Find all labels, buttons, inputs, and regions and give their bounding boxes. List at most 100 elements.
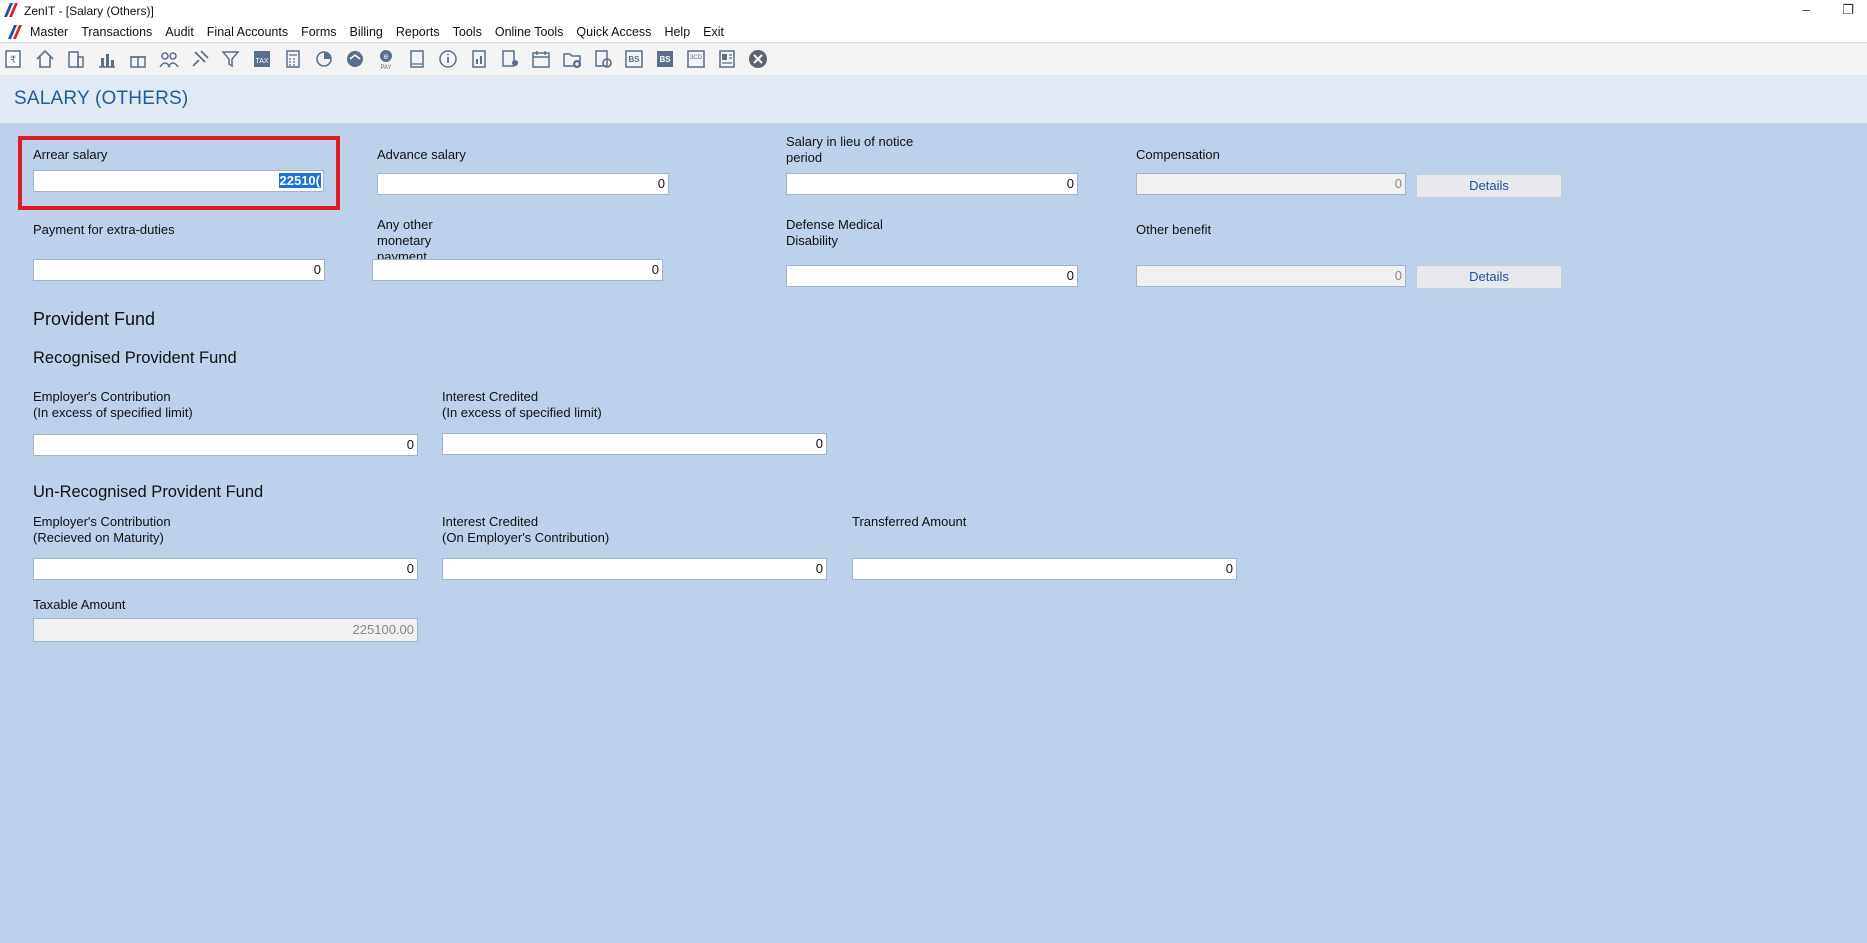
menu-audit[interactable]: Audit — [165, 25, 194, 39]
svg-text:PAY: PAY — [380, 65, 391, 70]
zenit-logo-icon — [4, 3, 18, 17]
pie-chart-icon — [316, 51, 332, 67]
refresh-doc-tool-button[interactable] — [591, 47, 615, 71]
tax-icon: TAX — [254, 51, 270, 67]
urpf-interest-credited-label: Interest Credited (On Employer's Contrib… — [442, 514, 610, 545]
close-tool-button[interactable] — [746, 47, 770, 71]
rpf-employer-contribution-input[interactable]: 0 — [33, 434, 418, 456]
info-icon — [439, 50, 457, 68]
advance-salary-label: Advance salary — [377, 147, 466, 162]
taxable-amount-label: Taxable Amount — [33, 597, 126, 612]
home-tool-button[interactable] — [33, 47, 57, 71]
rpf-interest-credited-input[interactable]: 0 — [442, 433, 827, 455]
compensation-details-button[interactable]: Details — [1416, 174, 1562, 198]
folder-add-tool-button[interactable] — [560, 47, 584, 71]
zenit-logo-icon — [8, 25, 22, 39]
restore-button[interactable]: ❐ — [1828, 0, 1867, 22]
speedometer-tool-button[interactable] — [343, 47, 367, 71]
calculator-icon — [286, 50, 300, 68]
building-tool-button[interactable] — [64, 47, 88, 71]
ledger-tool-button[interactable]: ₹ — [2, 47, 26, 71]
svg-text:BS: BS — [659, 55, 671, 64]
report-tool-button[interactable] — [467, 47, 491, 71]
other-benefit-details-button[interactable]: Details — [1416, 265, 1562, 289]
menu-tools[interactable]: Tools — [453, 25, 482, 39]
pie-chart-tool-button[interactable] — [312, 47, 336, 71]
menu-billing[interactable]: Billing — [350, 25, 383, 39]
users-icon — [159, 52, 179, 68]
book-icon — [410, 50, 424, 68]
unrecognised-pf-heading: Un-Recognised Provident Fund — [33, 483, 264, 501]
calendar-tool-button[interactable] — [529, 47, 553, 71]
bs-alt-tool-button[interactable]: BS — [653, 47, 677, 71]
svg-text:BS: BS — [628, 55, 640, 64]
folder-add-icon — [563, 53, 581, 68]
close-icon — [749, 50, 767, 68]
bs-tool-button[interactable]: BS — [622, 47, 646, 71]
taxable-amount-input: 225100.00 — [33, 618, 418, 642]
menu-help[interactable]: Help — [664, 25, 690, 39]
e-pay-tool-button[interactable]: e PAY — [374, 47, 398, 71]
rpf-interest-credited-label: Interest Credited (In excess of specifie… — [442, 389, 602, 420]
urpf-interest-credited-input[interactable]: 0 — [442, 558, 827, 580]
recognised-pf-heading: Recognised Provident Fund — [33, 349, 237, 367]
compensation-label: Compensation — [1136, 147, 1220, 162]
menu-reports[interactable]: Reports — [396, 25, 440, 39]
document-user-tool-button[interactable] — [498, 47, 522, 71]
toolbar: ₹ TAX e PAY BS BS 3CD — [0, 43, 1867, 75]
transferred-amount-input[interactable]: 0 — [852, 558, 1237, 580]
window-title: ZenIT - [Salary (Others)] — [24, 4, 154, 18]
gift-tool-button[interactable] — [126, 47, 150, 71]
building-icon — [68, 51, 84, 68]
defense-medical-label: Defense Medical Disability — [786, 217, 883, 248]
urpf-employer-contribution-input[interactable]: 0 — [33, 558, 418, 580]
compensation-input: 0 — [1136, 173, 1406, 195]
pin-icon — [192, 50, 209, 67]
filter-tool-button[interactable] — [219, 47, 243, 71]
title-bar: ZenIT - [Salary (Others)] – ❐ — [0, 0, 1867, 22]
salary-in-lieu-input[interactable]: 0 — [786, 173, 1078, 195]
other-monetary-input[interactable]: 0 — [372, 259, 663, 281]
tax-tool-button[interactable]: TAX — [250, 47, 274, 71]
3cd-tool-button[interactable]: 3CD — [684, 47, 708, 71]
extra-duties-label: Payment for extra-duties — [33, 222, 175, 237]
other-benefit-label: Other benefit — [1136, 222, 1212, 237]
other-monetary-label: Any other monetary payment — [377, 217, 433, 260]
urpf-employer-contribution-label: Employer's Contribution (Recieved on Mat… — [33, 514, 171, 545]
e-pay-icon: e PAY — [380, 50, 392, 70]
bar-chart-tool-button[interactable] — [95, 47, 119, 71]
svg-text:₹: ₹ — [10, 55, 16, 66]
filter-icon — [221, 51, 240, 68]
menu-quick-access[interactable]: Quick Access — [576, 25, 651, 39]
form-tool-button[interactable] — [715, 47, 739, 71]
menu-final-accounts[interactable]: Final Accounts — [207, 25, 288, 39]
menu-transactions[interactable]: Transactions — [81, 25, 152, 39]
other-benefit-input: 0 — [1136, 265, 1406, 287]
advance-salary-input[interactable]: 0 — [377, 173, 669, 195]
book-tool-button[interactable] — [405, 47, 429, 71]
info-tool-button[interactable] — [436, 47, 460, 71]
users-tool-button[interactable] — [157, 47, 181, 71]
svg-text:TAX: TAX — [255, 58, 268, 65]
calendar-icon — [532, 51, 550, 68]
highlight-box — [18, 136, 340, 210]
home-icon — [36, 49, 54, 68]
refresh-doc-icon — [595, 50, 612, 68]
pin-tool-button[interactable] — [188, 47, 212, 71]
menu-forms[interactable]: Forms — [301, 25, 336, 39]
menu-bar: Master Transactions Audit Final Accounts… — [0, 22, 1867, 43]
provident-fund-heading: Provident Fund — [33, 309, 156, 329]
report-icon — [472, 50, 486, 68]
menu-exit[interactable]: Exit — [703, 25, 724, 39]
page-title: SALARY (OTHERS) — [14, 88, 189, 109]
calculator-tool-button[interactable] — [281, 47, 305, 71]
page-header: SALARY (OTHERS) — [0, 75, 1867, 123]
minimize-button[interactable]: – — [1786, 0, 1826, 22]
gift-icon — [130, 56, 146, 68]
menu-online-tools[interactable]: Online Tools — [495, 25, 564, 39]
menu-master[interactable]: Master — [30, 25, 68, 39]
form-icon — [719, 50, 735, 68]
svg-text:3CD: 3CD — [690, 55, 703, 61]
defense-medical-input[interactable]: 0 — [786, 265, 1078, 287]
extra-duties-input[interactable]: 0 — [33, 259, 325, 281]
